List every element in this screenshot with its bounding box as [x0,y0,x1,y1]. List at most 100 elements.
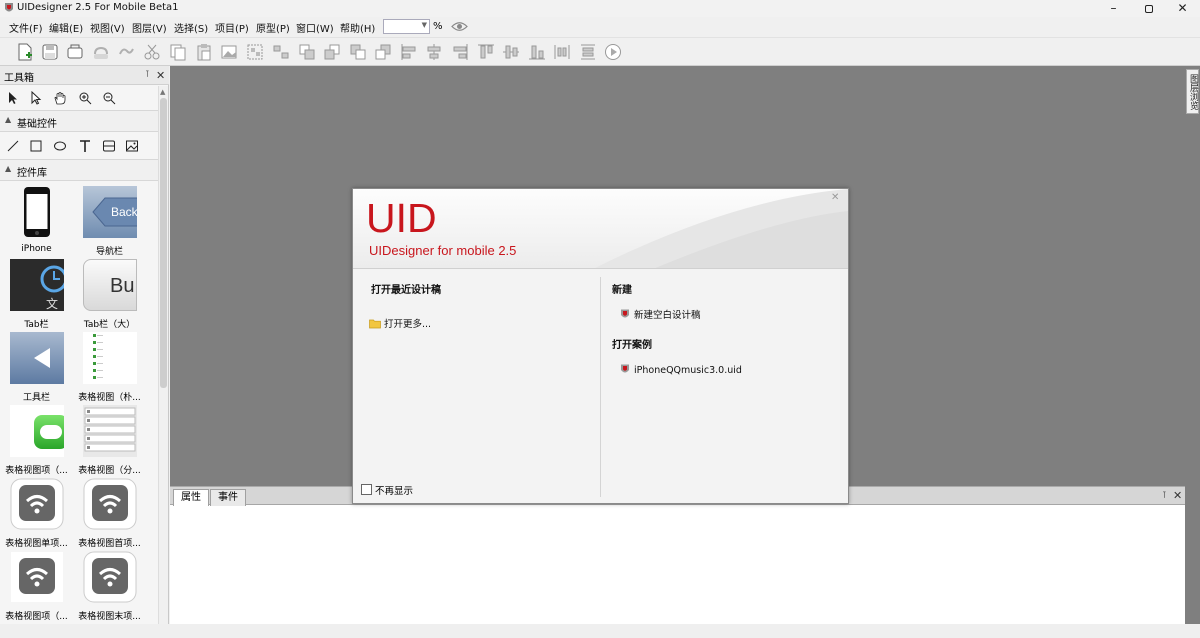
new-blank-design-link[interactable]: 新建空白设计稿 [619,307,701,321]
close-button[interactable]: ✕ [1165,0,1200,17]
align-center-icon[interactable] [425,43,443,61]
zoom-in-icon[interactable] [78,91,92,105]
bring-front-icon[interactable] [298,43,316,61]
eye-icon[interactable] [451,20,468,33]
redo-icon[interactable] [117,43,135,61]
menu-select[interactable]: 选择(S) [174,20,208,35]
window-title: UIDesigner 2.5 For Mobile Beta1 [17,2,179,13]
zoom-unit: % [433,21,443,32]
menu-bar: 文件(F) 编辑(E) 视图(V) 图层(V) 选择(S) 项目(P) 原型(P… [0,17,1200,37]
control-label: 表格视图（朴... [78,393,141,403]
open-examples-heading: 打开案例 [612,340,652,351]
control-tableview-item-2[interactable]: 表格视图项（... [0,551,73,624]
pin-icon[interactable]: ⊺ [145,70,150,80]
toolbox-title: 工具箱 [4,73,34,84]
tab-text-label: 文 [46,297,59,311]
direct-select-icon[interactable] [29,91,43,105]
toolbox-scrollbar[interactable]: ▲ ▼ [158,86,168,638]
tab-properties[interactable]: 属性 [173,489,209,506]
tab-events[interactable]: 事件 [210,489,246,506]
control-toolbar[interactable]: 工具栏 [0,332,73,405]
control-label: 表格视图首项... [78,539,141,549]
align-top-icon[interactable] [477,43,495,61]
distribute-vertical-icon[interactable] [579,43,597,61]
control-label: Tab栏（大） [83,320,136,330]
close-icon[interactable]: ✕ [156,69,165,82]
example-file-link[interactable]: iPhoneQQmusic3.0.uid [619,364,742,376]
toolbar-thumbnail [10,332,64,384]
panel-icon[interactable] [102,139,116,153]
section-basic-controls[interactable]: ▲ 基础控件 [0,110,158,132]
control-tableview-single[interactable]: 表格视图单项... [0,478,73,551]
control-tableview-item[interactable]: 表格视图项（... [0,405,73,478]
bring-forward-icon[interactable] [323,43,341,61]
control-tabbar-large[interactable]: Bu Tab栏（大） [73,259,146,332]
dialog-subtitle: UIDesigner for mobile 2.5 [369,243,517,258]
minimize-button[interactable]: – [1096,0,1131,17]
send-backward-icon[interactable] [349,43,367,61]
ellipse-icon[interactable] [53,139,67,153]
align-middle-icon[interactable] [502,43,520,61]
menu-view[interactable]: 视图(V) [90,20,125,35]
rectangle-icon[interactable] [29,139,43,153]
undo-icon[interactable] [92,43,110,61]
control-tableview-first[interactable]: 表格视图首项... [73,478,146,551]
scroll-up-icon[interactable]: ▲ [160,88,165,96]
example-file-label: iPhoneQQmusic3.0.uid [634,365,742,376]
control-label: iPhone [21,244,52,254]
control-tableview-last[interactable]: 表格视图末项... [73,551,146,624]
menu-edit[interactable]: 编辑(E) [49,20,83,35]
control-tabbar[interactable]: 文 Tab栏 [0,259,73,332]
toolbox-header: 工具箱 ⊺ ✕ [0,66,169,85]
image-icon[interactable] [220,43,238,61]
control-navbar[interactable]: Back 导航栏 [73,186,146,259]
cut-icon[interactable] [143,43,161,61]
image-tool-icon[interactable] [125,139,139,153]
tableview-thumbnail [83,332,137,384]
save-icon[interactable] [41,43,59,61]
chevron-down-icon[interactable]: ▼ [422,21,427,29]
menu-project[interactable]: 项目(P) [215,20,249,35]
align-right-icon[interactable] [451,43,469,61]
text-tool-icon[interactable] [78,139,92,153]
open-more-link[interactable]: 打开更多... [369,316,431,330]
line-icon[interactable] [6,139,20,153]
copy-icon[interactable] [169,43,187,61]
menu-layer[interactable]: 图层(V) [132,20,167,35]
zoom-out-icon[interactable] [102,91,116,105]
main-toolbar [0,37,1200,66]
close-icon[interactable]: ✕ [1173,489,1182,502]
section-control-library[interactable]: ▲ 控件库 [0,159,158,181]
new-file-icon[interactable] [16,43,34,61]
dont-show-checkbox[interactable] [361,484,372,495]
distribute-horizontal-icon[interactable] [553,43,571,61]
align-bottom-icon[interactable] [528,43,546,61]
send-back-icon[interactable] [374,43,392,61]
select-arrow-icon[interactable] [6,91,20,105]
control-tableview-plain[interactable]: 表格视图（朴... [73,332,146,405]
control-tableview-grouped[interactable]: 表格视图（分... [73,405,146,478]
group-icon[interactable] [246,43,264,61]
wifi-icon [10,478,64,530]
pin-icon[interactable]: ⊺ [1162,491,1167,501]
menu-prototype[interactable]: 原型(P) [256,20,290,35]
menu-help[interactable]: 帮助(H) [340,20,375,35]
scrollbar-thumb[interactable] [160,98,167,388]
dialog-close-icon[interactable]: ✕ [831,192,839,203]
control-iphone[interactable]: iPhone [0,186,73,259]
wifi-icon [83,551,137,603]
align-left-icon[interactable] [400,43,418,61]
menu-file[interactable]: 文件(F) [9,20,43,35]
export-icon[interactable] [66,43,84,61]
zoom-input[interactable]: ▼ [383,19,430,34]
ungroup-icon[interactable] [272,43,290,61]
restore-button[interactable] [1131,0,1166,17]
menu-window[interactable]: 窗口(W) [296,20,334,35]
layer-browser-tab[interactable]: 图层浏览 [1186,69,1199,114]
wifi-icon [83,478,137,530]
uid-file-icon [621,364,629,373]
paste-icon[interactable] [195,43,213,61]
play-preview-icon[interactable] [604,43,622,61]
button-text: Bu [110,275,135,297]
hand-pan-icon[interactable] [53,91,67,105]
